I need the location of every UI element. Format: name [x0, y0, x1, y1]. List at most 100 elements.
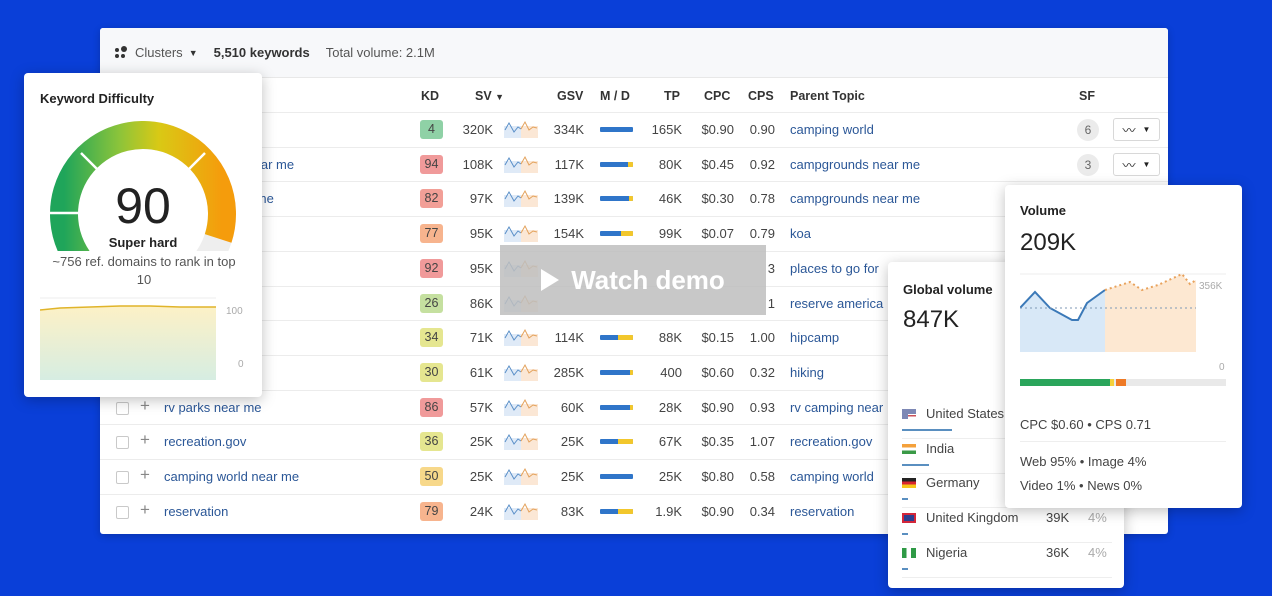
keyword-link[interactable]: rv parks near me [164, 400, 262, 415]
country-share: 4% [1088, 544, 1107, 560]
parent-topic-link[interactable]: recreation.gov [790, 434, 872, 449]
search-volume: 108K [462, 156, 493, 172]
keyword-link[interactable]: camping world near me [164, 469, 299, 484]
country-volume: 39K [1046, 510, 1070, 526]
add-keyword-icon[interactable]: + [140, 430, 150, 450]
mobile-desktop-bar [600, 439, 633, 445]
cps-value: 0.34 [749, 503, 775, 519]
keyword-link[interactable]: reservation [164, 504, 228, 519]
cps-value: 0.78 [749, 191, 775, 207]
cpc-value: $0.30 [701, 191, 734, 207]
country-volume: 36K [1046, 544, 1070, 560]
mobile-desktop-bar [600, 369, 633, 375]
serp-features-count[interactable]: 3 [1077, 153, 1099, 176]
search-volume: 320K [462, 122, 493, 137]
trend-dropdown-button[interactable]: 〰 ▼ [1113, 152, 1160, 176]
intent-bar [1020, 379, 1226, 386]
cps-value: 1.07 [749, 434, 775, 450]
country-share-bar [902, 567, 908, 570]
traffic-potential: 99K [658, 226, 682, 242]
volume-card: Volume 209K 356K 0 CPC $0.60 • CPS 0.71 … [1005, 185, 1242, 508]
row-checkbox[interactable] [116, 436, 129, 450]
kd-history-chart [40, 297, 216, 380]
col-sf[interactable]: SF [1079, 89, 1095, 103]
desktop-share [618, 508, 633, 514]
sort-desc-icon: ▼ [495, 92, 505, 102]
row-checkbox[interactable] [116, 505, 129, 519]
global-volume: 25K [560, 434, 584, 450]
clusters-dropdown[interactable]: Clusters ▼ [115, 45, 198, 60]
watch-demo-label: Watch demo [571, 264, 725, 295]
parent-topic-link[interactable]: rv camping near [790, 400, 883, 415]
country-name: India [926, 440, 955, 456]
traffic-potential: 67K [658, 434, 682, 450]
parent-topic-link[interactable]: places to go for [790, 261, 879, 276]
desktop-share [629, 196, 633, 202]
mobile-desktop-bar [600, 196, 633, 202]
parent-topic-link[interactable]: koa [790, 226, 811, 241]
traffic-potential: 25K [658, 469, 682, 484]
vol-serp-line1: Web 95% • Image 4% [1020, 454, 1147, 469]
country-share-bar [902, 463, 929, 466]
parent-topic-link[interactable]: camping world [790, 469, 874, 484]
kd-level: Super hard [108, 235, 178, 250]
keyword-link[interactable]: recreation.gov [164, 434, 246, 449]
col-gsv[interactable]: GSV [557, 89, 583, 103]
global-volume: 154K [553, 226, 584, 242]
add-keyword-icon[interactable]: + [140, 465, 150, 485]
volume-sparkline [504, 190, 538, 208]
traffic-potential: 165K [651, 122, 682, 137]
col-sv[interactable]: SV ▼ [475, 89, 504, 103]
watch-demo-button[interactable]: Watch demo [500, 245, 766, 315]
cps-value: 1.00 [749, 330, 775, 346]
parent-topic-link[interactable]: hiking [790, 365, 824, 380]
col-kd[interactable]: KD [421, 89, 439, 103]
parent-topic-link[interactable]: hipcamp [790, 330, 839, 345]
cpc-value: $0.45 [701, 156, 734, 172]
traffic-potential: 80K [658, 156, 682, 172]
parent-topic-link[interactable]: campgrounds near me [790, 191, 920, 206]
col-sv-label: SV [475, 89, 492, 103]
cps-value: 0.58 [749, 469, 775, 484]
trend-icon: 〰 [1122, 123, 1136, 138]
mobile-desktop-bar [600, 404, 633, 410]
col-tp[interactable]: TP [664, 89, 680, 103]
traffic-potential: 88K [658, 330, 682, 346]
search-volume: 25K [469, 469, 493, 484]
trend-dropdown-button[interactable]: 〰 ▼ [1113, 118, 1160, 141]
cpc-value: $0.90 [701, 503, 734, 519]
vol-area-forecast [1105, 274, 1196, 352]
serp-features-count[interactable]: 6 [1077, 119, 1099, 141]
cpc-value: $0.35 [701, 434, 734, 450]
parent-topic-link[interactable]: campgrounds near me [790, 157, 920, 172]
global-volume: 117K [554, 156, 584, 172]
col-md[interactable]: M / D [600, 89, 630, 103]
parent-topic-link[interactable]: reservation [790, 504, 854, 519]
caret-down-icon: ▼ [188, 47, 198, 58]
vol-serp-line2: Video 1% • News 0% [1020, 478, 1143, 493]
add-keyword-icon[interactable]: + [140, 500, 150, 520]
volume-sparkline [504, 398, 538, 416]
kd-axis-min: 0 [238, 359, 244, 370]
cpc-value: $0.60 [701, 364, 734, 380]
add-keyword-icon[interactable]: + [140, 396, 150, 416]
global-volume: 334K [553, 122, 584, 137]
country-name: Nigeria [926, 544, 968, 560]
gv-value: 847K [903, 306, 960, 333]
col-cpc[interactable]: CPC [704, 89, 730, 103]
col-parent-topic[interactable]: Parent Topic [790, 89, 865, 103]
volume-sparkline [504, 120, 538, 138]
global-volume: 139K [553, 191, 584, 207]
country-share: 4% [1088, 510, 1107, 526]
volume-sparkline [504, 502, 538, 520]
country-row: Nigeria 36K 4% [902, 543, 1112, 578]
parent-topic-link[interactable]: reserve america [790, 296, 883, 311]
traffic-potential: 1.9K [655, 503, 682, 519]
volume-title: Volume [1020, 203, 1066, 218]
row-checkbox[interactable] [116, 401, 129, 415]
parent-topic-link[interactable]: camping world [790, 122, 874, 137]
col-cps[interactable]: CPS [748, 89, 774, 103]
kd-description: ~756 ref. domains to rank in top 10 [52, 254, 236, 287]
cpc-value: $0.90 [701, 399, 734, 415]
row-checkbox[interactable] [116, 471, 129, 484]
